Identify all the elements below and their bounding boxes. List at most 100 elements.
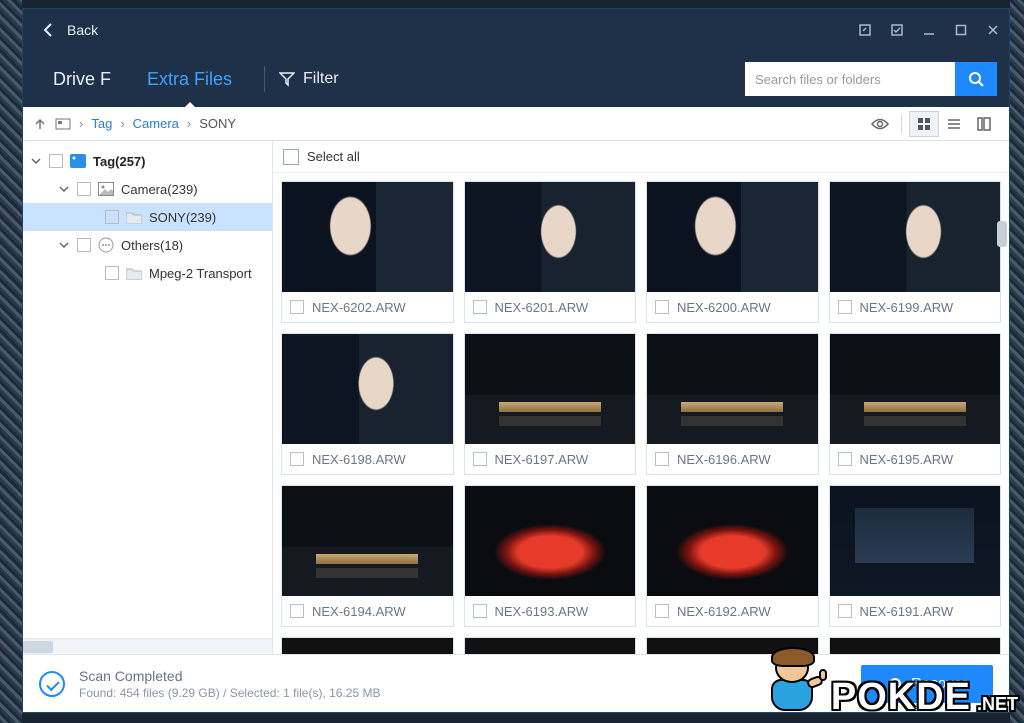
file-name: NEX-6198.ARW [312,452,406,467]
tree-node-tag[interactable]: Tag(257) [23,147,272,175]
tree-checkbox[interactable] [105,266,119,280]
expand-toggle[interactable] [57,240,71,250]
sidebar-hscroll-thumb[interactable] [23,641,53,653]
crumb-tag[interactable]: Tag [91,116,112,131]
thumbnail[interactable] [830,334,1001,444]
file-checkbox[interactable] [290,604,304,618]
thumbnail[interactable] [465,334,636,444]
file-card[interactable]: NEX-6202.ARW [281,181,454,323]
crumb-sep-0: › [79,116,83,131]
select-all-checkbox[interactable] [283,149,299,165]
file-card-partial[interactable] [281,637,454,654]
view-grid[interactable] [909,111,939,137]
tree-node-mpeg2[interactable]: Mpeg-2 Transport [23,259,272,287]
file-checkbox[interactable] [473,452,487,466]
thumbnail[interactable] [647,182,818,292]
thumbnail[interactable] [830,182,1001,292]
file-card[interactable]: NEX-6198.ARW [281,333,454,475]
thumbnail[interactable] [282,182,453,292]
file-card[interactable]: NEX-6201.ARW [464,181,637,323]
file-name: NEX-6199.ARW [860,300,954,315]
close-button[interactable] [977,9,1009,51]
background-decor-left [0,0,22,723]
file-card[interactable]: NEX-6194.ARW [281,485,454,627]
tree-checkbox[interactable] [49,154,63,168]
thumbnail[interactable] [282,638,453,654]
view-list[interactable] [939,111,969,137]
file-card[interactable]: NEX-6192.ARW [646,485,819,627]
file-checkbox[interactable] [473,300,487,314]
thumbnail[interactable] [830,638,1001,654]
file-checkbox[interactable] [473,604,487,618]
tree-checkbox[interactable] [77,182,91,196]
view-detail[interactable] [969,111,999,137]
preview-toggle[interactable] [865,111,895,137]
tree-label: Camera(239) [121,182,198,197]
file-checkbox[interactable] [655,604,669,618]
file-card[interactable]: NEX-6197.ARW [464,333,637,475]
file-card[interactable]: NEX-6196.ARW [646,333,819,475]
thumbnail[interactable] [647,486,818,596]
location-icon[interactable] [55,117,71,131]
folder-icon [125,209,143,225]
file-card-partial[interactable] [464,637,637,654]
expand-toggle[interactable] [57,184,71,194]
file-checkbox[interactable] [838,452,852,466]
thumbnail[interactable] [465,638,636,654]
file-checkbox[interactable] [838,300,852,314]
file-card-partial[interactable] [646,637,819,654]
file-meta: NEX-6195.ARW [830,444,1001,474]
file-checkbox[interactable] [838,604,852,618]
search-button[interactable] [955,62,997,96]
file-card[interactable]: NEX-6193.ARW [464,485,637,627]
sys-icon-1[interactable] [849,9,881,51]
recover-button[interactable]: Recover [861,665,993,703]
tree-node-others[interactable]: Others(18) [23,231,272,259]
tree-checkbox[interactable] [77,238,91,252]
crumb-sep-1: › [120,116,124,131]
content-vscroll[interactable] [995,141,1009,654]
file-meta: NEX-6196.ARW [647,444,818,474]
file-card[interactable]: NEX-6195.ARW [829,333,1002,475]
file-name: NEX-6193.ARW [495,604,589,619]
sys-icon-2[interactable] [881,9,913,51]
file-card[interactable]: NEX-6200.ARW [646,181,819,323]
filter-button[interactable]: Filter [279,70,339,88]
file-card-partial[interactable] [829,637,1002,654]
up-button[interactable] [33,117,47,131]
image-icon [97,181,115,197]
file-name: NEX-6195.ARW [860,452,954,467]
back-button[interactable]: Back [23,22,116,38]
file-card[interactable]: NEX-6199.ARW [829,181,1002,323]
file-checkbox[interactable] [655,300,669,314]
thumbnail[interactable] [282,334,453,444]
tab-drive-f[interactable]: Drive F [35,51,129,107]
nav-separator [264,66,265,92]
expand-toggle[interactable] [29,156,43,166]
minimize-button[interactable] [913,9,945,51]
tree-node-sony[interactable]: SONY(239) [23,203,272,231]
crumb-camera[interactable]: Camera [133,116,179,131]
maximize-button[interactable] [945,9,977,51]
file-checkbox[interactable] [655,452,669,466]
tree-checkbox[interactable] [105,210,119,224]
thumbnail[interactable] [465,486,636,596]
filter-icon [279,71,295,87]
file-checkbox[interactable] [290,300,304,314]
file-name: NEX-6200.ARW [677,300,771,315]
tree-node-camera[interactable]: Camera(239) [23,175,272,203]
thumbnail[interactable] [647,638,818,654]
thumbnail[interactable] [282,486,453,596]
tree-label: Others(18) [121,238,183,253]
file-checkbox[interactable] [290,452,304,466]
thumbnail[interactable] [830,486,1001,596]
thumbnail[interactable] [465,182,636,292]
file-card[interactable]: NEX-6191.ARW [829,485,1002,627]
tab-extra-files[interactable]: Extra Files [129,51,250,107]
search-icon [968,71,984,87]
search-input[interactable] [745,62,955,96]
thumbnail[interactable] [647,334,818,444]
sidebar-hscroll[interactable] [23,638,272,654]
select-all-row[interactable]: Select all [273,141,1009,173]
content-vscroll-thumb[interactable] [997,221,1007,247]
